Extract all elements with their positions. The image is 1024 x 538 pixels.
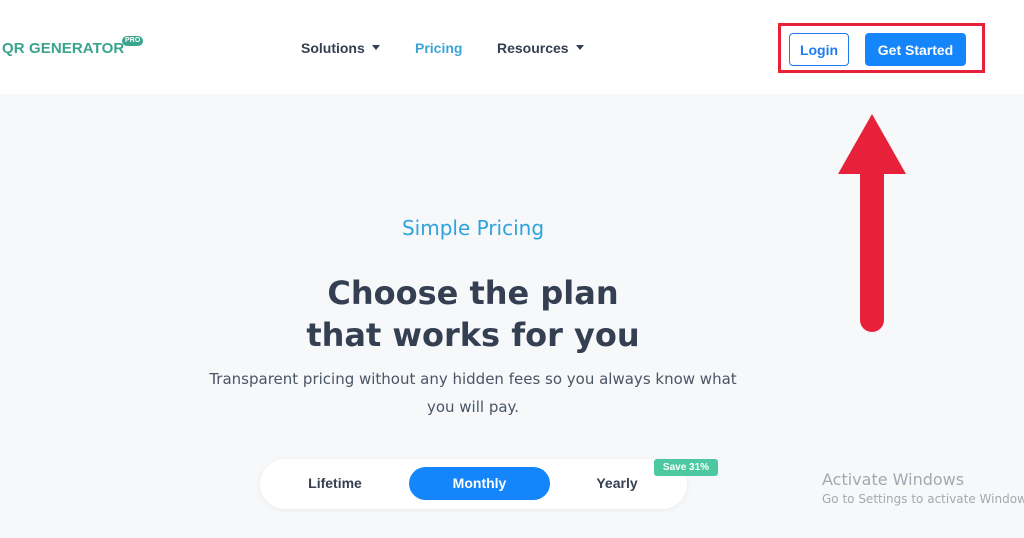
- toggle-option-monthly[interactable]: Monthly: [409, 467, 550, 500]
- nav-item-solutions[interactable]: Solutions: [301, 40, 380, 56]
- nav-item-resources-label: Resources: [497, 40, 569, 56]
- watermark-title: Activate Windows: [822, 470, 965, 489]
- pro-badge: PRO: [122, 36, 144, 46]
- save-badge: Save 31%: [654, 459, 718, 476]
- page-title-line-1: Choose the plan: [327, 274, 619, 312]
- chevron-down-icon: [575, 44, 584, 50]
- nav-item-resources[interactable]: Resources: [497, 40, 584, 56]
- page-title-line-2: that works for you: [306, 316, 640, 354]
- brand-logo[interactable]: QR GENERATOR PRO: [2, 36, 144, 57]
- nav-item-pricing[interactable]: Pricing: [415, 40, 462, 56]
- toggle-option-lifetime[interactable]: Lifetime: [280, 467, 390, 500]
- windows-activation-watermark: Activate Windows Go to Settings to activ…: [822, 470, 1024, 508]
- section-eyebrow: Simple Pricing: [401, 216, 545, 240]
- brand-name: QR GENERATOR: [2, 40, 125, 57]
- watermark-subtitle: Go to Settings to activate Windows.: [822, 492, 1024, 506]
- billing-period-toggle: Lifetime Monthly Yearly: [260, 459, 687, 509]
- page-title: Choose the plan that works for you: [0, 272, 946, 356]
- nav-item-solutions-label: Solutions: [301, 40, 365, 56]
- login-button[interactable]: Login: [789, 33, 849, 66]
- top-navigation-bar: QR GENERATOR PRO Solutions Pricing Resou…: [0, 0, 1024, 94]
- chevron-down-icon: [371, 44, 380, 50]
- nav-item-pricing-label: Pricing: [415, 40, 463, 56]
- get-started-button[interactable]: Get Started: [865, 33, 966, 66]
- hero-description: Transparent pricing without any hidden f…: [209, 370, 737, 416]
